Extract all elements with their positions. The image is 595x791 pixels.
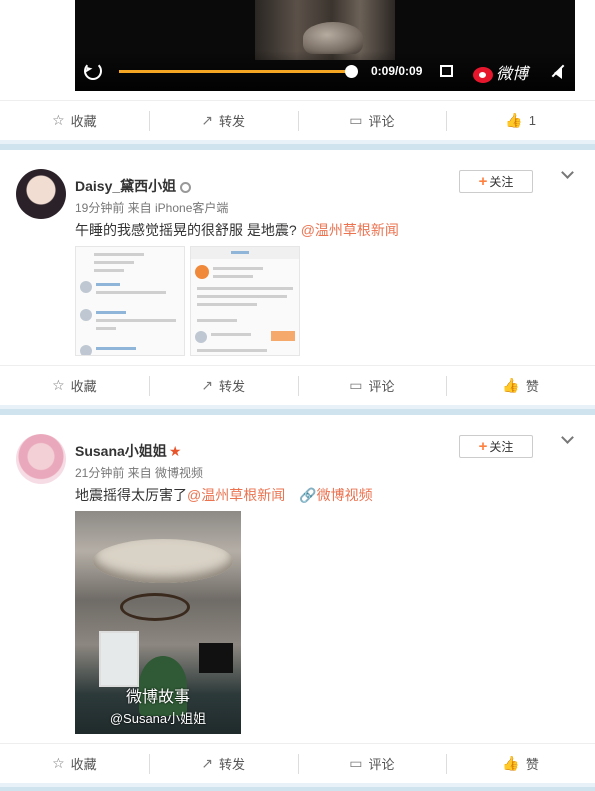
video-link-label: 微博视频	[316, 487, 373, 503]
repost-button[interactable]: ↗ 转发	[148, 744, 298, 783]
follow-button[interactable]: + 关注	[459, 435, 533, 458]
weibo-logo: 微博	[473, 60, 528, 84]
post-text-body: 午睡的我感觉摇晃的很舒服 是地震?	[75, 222, 297, 238]
repost-label: 转发	[218, 379, 245, 394]
post-actions: ☆ 收藏 ↗ 转发 ▭ 评论 👍 赞	[0, 365, 595, 405]
weibo-eye-icon	[473, 66, 493, 83]
post-actions: ☆ 收藏 ↗ 转发 ▭ 评论 👍 1	[0, 100, 595, 140]
like-button[interactable]: 👍 1	[446, 101, 595, 140]
comment-label: 评论	[368, 114, 395, 129]
post-meta: 21分钟前 来自 微博视频	[75, 466, 204, 480]
favorite-label: 收藏	[70, 757, 97, 772]
user-name-text: Susana小姐姐	[75, 443, 167, 459]
favorite-label: 收藏	[70, 114, 97, 129]
video-controls: 0:09/0:09 微博	[75, 51, 575, 91]
comment-label: 评论	[368, 379, 395, 394]
favorite-button[interactable]: ☆ 收藏	[0, 366, 149, 405]
plus-icon: +	[478, 438, 488, 455]
post-divider	[0, 140, 595, 150]
user-name-text: Daisy_黛西小姐	[75, 178, 177, 194]
fullscreen-icon[interactable]	[440, 65, 453, 77]
favorite-button[interactable]: ☆ 收藏	[0, 744, 149, 783]
post-image[interactable]	[190, 246, 300, 356]
chevron-down-icon[interactable]	[561, 166, 574, 179]
favorite-label: 收藏	[70, 379, 97, 394]
comment-button[interactable]: ▭ 评论	[297, 366, 447, 405]
replay-icon[interactable]	[84, 62, 102, 80]
video-time: 0:09/0:09	[371, 64, 423, 78]
follow-label: 关注	[489, 175, 514, 189]
mute-icon[interactable]	[548, 64, 564, 79]
favorite-button[interactable]: ☆ 收藏	[0, 101, 149, 140]
like-label: 赞	[525, 757, 539, 772]
link-icon: 🔗	[299, 487, 317, 503]
post-divider	[0, 405, 595, 415]
video-player[interactable]: 0:09/0:09 微博	[75, 0, 575, 91]
repost-button[interactable]: ↗ 转发	[148, 101, 298, 140]
progress-fill	[119, 70, 351, 73]
post-text: 午睡的我感觉摇晃的很舒服 是地震? @温州草根新闻	[75, 220, 399, 240]
repost-button[interactable]: ↗ 转发	[148, 366, 298, 405]
post-actions: ☆ 收藏 ↗ 转发 ▭ 评论 👍 赞	[0, 743, 595, 783]
mention-link[interactable]: @温州草根新闻	[301, 222, 399, 238]
star-outline-icon: ☆	[52, 112, 65, 128]
plus-icon: +	[478, 173, 488, 190]
comment-label: 评论	[368, 757, 395, 772]
thumbs-up-icon: 👍	[505, 112, 523, 128]
comment-button[interactable]: ▭ 评论	[297, 101, 447, 140]
follow-button[interactable]: + 关注	[459, 170, 533, 193]
weibo-logo-text: 微博	[496, 66, 529, 83]
follow-label: 关注	[489, 440, 514, 454]
comment-button[interactable]: ▭ 评论	[297, 744, 447, 783]
mention-link[interactable]: @温州草根新闻	[187, 487, 285, 503]
like-count: 1	[528, 113, 536, 128]
post-meta: 19分钟前 来自 iPhone客户端	[75, 201, 229, 215]
thumbs-up-icon: 👍	[502, 755, 520, 771]
user-name[interactable]: Daisy_黛西小姐	[75, 176, 192, 196]
star-outline-icon: ☆	[52, 755, 65, 771]
post-divider	[0, 783, 595, 791]
video-link[interactable]: 🔗微博视频	[299, 487, 372, 503]
post-text-body: 地震摇得太厉害了	[75, 487, 187, 503]
user-name[interactable]: Susana小姐姐 ★	[75, 441, 181, 461]
comment-icon: ▭	[349, 755, 363, 771]
post-video[interactable]: 微博故事 @Susana小姐姐	[75, 511, 241, 734]
comment-icon: ▭	[349, 112, 363, 128]
progress-knob[interactable]	[345, 65, 358, 78]
avatar[interactable]	[16, 169, 66, 219]
video-watermark: @Susana小姐姐	[109, 711, 207, 726]
verified-star-icon: ★	[168, 443, 182, 459]
thumbs-up-icon: 👍	[502, 377, 520, 393]
progress-bar[interactable]	[119, 65, 358, 78]
member-badge-icon	[180, 181, 192, 193]
like-button[interactable]: 👍 赞	[446, 744, 595, 783]
post-text: 地震摇得太厉害了@温州草根新闻 🔗微博视频	[75, 485, 373, 505]
comment-icon: ▭	[349, 377, 363, 393]
repost-icon: ↗	[201, 112, 213, 128]
like-button[interactable]: 👍 赞	[446, 366, 595, 405]
post-image[interactable]	[75, 246, 185, 356]
repost-label: 转发	[218, 114, 245, 129]
chevron-down-icon[interactable]	[561, 431, 574, 444]
repost-label: 转发	[218, 757, 245, 772]
star-outline-icon: ☆	[52, 377, 65, 393]
avatar[interactable]	[16, 434, 66, 484]
repost-icon: ↗	[201, 755, 213, 771]
repost-icon: ↗	[201, 377, 213, 393]
like-label: 赞	[525, 379, 539, 394]
video-caption: 微博故事	[125, 689, 190, 706]
